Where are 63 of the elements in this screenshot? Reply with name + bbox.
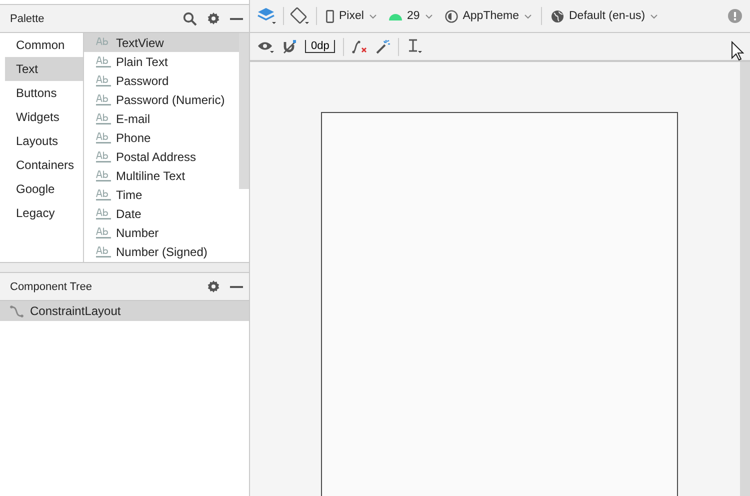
margin-button[interactable]: 0dp bbox=[305, 40, 336, 53]
panel-title: Component Tree bbox=[10, 280, 93, 292]
locale-dropdown[interactable]: Default (en-us) bbox=[548, 8, 662, 24]
text-field-icon bbox=[96, 150, 111, 162]
settings-icon[interactable] bbox=[207, 12, 220, 25]
minimize-icon[interactable] bbox=[230, 286, 243, 288]
panel-title: Palette bbox=[10, 12, 46, 24]
minimize-icon[interactable] bbox=[230, 18, 243, 20]
baseline-icon[interactable] bbox=[407, 39, 424, 54]
category-item[interactable]: Containers bbox=[5, 153, 83, 177]
palette-item[interactable]: Date bbox=[84, 204, 239, 223]
android-icon bbox=[388, 12, 402, 20]
palette-item[interactable]: Time bbox=[84, 185, 239, 204]
caret-icon bbox=[368, 14, 377, 18]
text-field-icon bbox=[96, 170, 111, 182]
category-item[interactable]: Legacy bbox=[5, 201, 83, 225]
layout-icon bbox=[10, 304, 24, 318]
theme-dropdown[interactable]: AppTheme bbox=[442, 8, 535, 24]
device-dropdown[interactable]: Pixel bbox=[323, 8, 380, 24]
palette-item[interactable]: Password (Numeric) bbox=[84, 90, 239, 109]
search-icon[interactable] bbox=[183, 12, 197, 26]
category-item[interactable]: Text bbox=[5, 57, 83, 81]
caret-icon bbox=[524, 14, 532, 18]
category-item[interactable]: Buttons bbox=[5, 81, 83, 105]
eye-icon[interactable] bbox=[257, 40, 275, 54]
settings-icon[interactable] bbox=[207, 280, 220, 293]
text-field-icon bbox=[96, 112, 111, 124]
warning-icon[interactable] bbox=[728, 9, 742, 23]
rotate-icon[interactable] bbox=[290, 7, 310, 25]
category-item[interactable]: Common bbox=[5, 33, 83, 57]
clear-constraints-icon[interactable] bbox=[352, 40, 368, 54]
palette-item[interactable]: Plain Text bbox=[84, 52, 239, 71]
palette-item[interactable]: Number bbox=[84, 223, 239, 242]
caret-icon bbox=[650, 14, 658, 18]
layers-icon[interactable] bbox=[257, 7, 277, 25]
text-field-icon bbox=[96, 188, 111, 200]
tree-item[interactable]: ConstraintLayout bbox=[0, 301, 249, 321]
category-item[interactable]: Widgets bbox=[5, 105, 83, 129]
palette-item[interactable]: Postal Address bbox=[84, 147, 239, 166]
magnet-icon[interactable] bbox=[283, 40, 297, 54]
caret-icon bbox=[424, 14, 433, 18]
text-field-icon bbox=[96, 74, 111, 86]
api-dropdown[interactable]: 29 bbox=[386, 8, 436, 24]
magic-wand-icon[interactable] bbox=[376, 40, 390, 54]
palette-item[interactable]: Number (Signed) bbox=[84, 242, 239, 261]
category-item[interactable]: Layouts bbox=[5, 129, 83, 153]
palette-item[interactable]: Password bbox=[84, 71, 239, 90]
palette-item[interactable]: Multiline Text bbox=[84, 166, 239, 185]
text-field-icon bbox=[96, 208, 111, 220]
palette-item[interactable]: TextView bbox=[84, 33, 239, 52]
text-field-icon bbox=[96, 132, 111, 144]
scrollbar[interactable] bbox=[239, 33, 249, 189]
palette-item[interactable]: Phone bbox=[84, 128, 239, 147]
globe-icon bbox=[551, 10, 564, 22]
text-field-icon bbox=[96, 94, 111, 106]
text-field-icon bbox=[96, 226, 111, 238]
text-field-icon bbox=[96, 246, 111, 258]
phone-icon bbox=[326, 10, 334, 22]
category-item[interactable]: Google bbox=[5, 177, 83, 201]
theme-icon bbox=[444, 10, 458, 22]
text-field-icon bbox=[96, 56, 111, 68]
scrollbar[interactable] bbox=[740, 62, 750, 496]
palette-item[interactable]: E-mail bbox=[84, 109, 239, 128]
